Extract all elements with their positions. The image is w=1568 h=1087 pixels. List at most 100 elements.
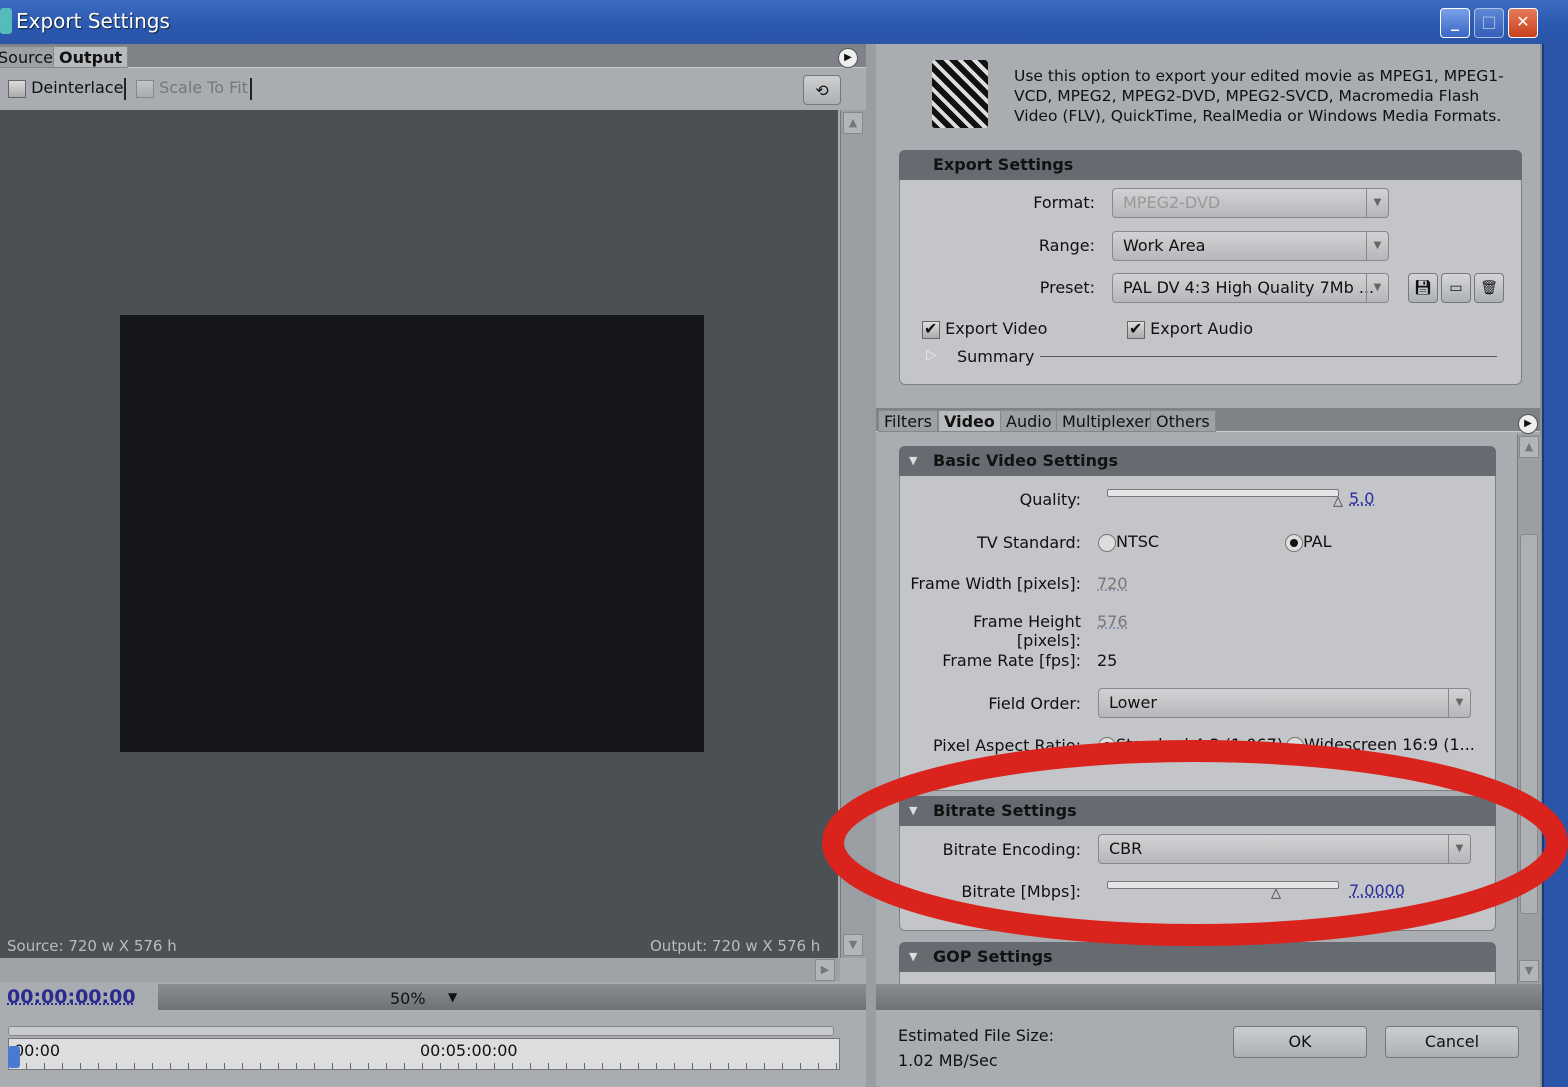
ntsc-radio[interactable]: NTSC — [1098, 532, 1159, 552]
pal-radio[interactable]: PAL — [1285, 532, 1331, 552]
bitrate-encoding-dropdown[interactable]: CBR ▼ — [1098, 834, 1471, 864]
scale-to-fit-checkbox[interactable]: Scale To Fit — [136, 78, 248, 98]
playhead-handle[interactable] — [8, 1046, 20, 1068]
maximize-button[interactable]: □ — [1474, 8, 1504, 38]
bitrate-slider-thumb[interactable]: △ — [1271, 886, 1281, 901]
preset-value: PAL DV 4:3 High Quality 7Mb ... — [1123, 278, 1375, 297]
field-order-dropdown[interactable]: Lower ▼ — [1098, 688, 1471, 718]
format-label: Format: — [1033, 193, 1095, 212]
chevron-down-icon: ▼ — [1366, 232, 1388, 260]
bitrate-value[interactable]: 7.0000 — [1349, 881, 1405, 900]
quality-slider[interactable] — [1107, 489, 1339, 497]
estimated-size-value: 1.02 MB/Sec — [898, 1051, 998, 1070]
frame-width-label: Frame Width [pixels]: — [910, 574, 1081, 593]
zoom-dropdown-icon[interactable]: ▼ — [448, 990, 457, 1004]
tab-multiplexer[interactable]: Multiplexer — [1056, 410, 1157, 432]
bitrate-header[interactable]: ▼ Bitrate Settings — [899, 796, 1496, 826]
divider — [1040, 356, 1497, 357]
par-standard-radio[interactable]: Standard 4:3 (1.067) — [1098, 735, 1283, 755]
timeline-start: 00:00 — [14, 1041, 61, 1060]
import-preset-button[interactable]: ▭ — [1441, 273, 1471, 303]
deinterlace-checkbox[interactable]: Deinterlace — [8, 78, 123, 98]
timeline-mid: 00:05:00:00 — [420, 1041, 518, 1060]
ntsc-label: NTSC — [1116, 532, 1160, 551]
frame-width-value[interactable]: 720 — [1097, 574, 1128, 593]
bitrate-encoding-value: CBR — [1109, 839, 1143, 858]
quality-value[interactable]: 5.0 — [1349, 489, 1374, 508]
bitrate-slider[interactable] — [1107, 881, 1339, 889]
window-title: Export Settings — [16, 9, 170, 33]
export-audio-checkbox[interactable]: Export Audio — [1127, 319, 1253, 339]
tab-others[interactable]: Others — [1150, 410, 1216, 432]
frame-rate-value: 25 — [1097, 651, 1118, 670]
settings-vertical-scrollbar[interactable]: ▲ ▼ — [1517, 434, 1541, 984]
tab-output[interactable]: Output — [53, 46, 129, 68]
basic-video-title: Basic Video Settings — [933, 451, 1119, 470]
collapse-icon: ▼ — [909, 804, 918, 817]
preview-vertical-scrollbar[interactable]: ▲ ▼ — [840, 110, 866, 958]
export-settings-header: Export Settings — [899, 150, 1522, 180]
format-value: MPEG2-DVD — [1123, 193, 1221, 212]
pal-label: PAL — [1303, 532, 1332, 551]
scroll-up-button[interactable]: ▲ — [1519, 436, 1539, 458]
format-dropdown[interactable]: MPEG2-DVD ▼ — [1112, 188, 1389, 218]
export-video-checkbox[interactable]: Export Video — [922, 319, 1047, 339]
chevron-down-icon: ▼ — [1448, 689, 1470, 717]
divider — [250, 78, 252, 100]
preset-label: Preset: — [1039, 278, 1095, 297]
output-dimensions: Output: 720 w X 576 h — [650, 937, 821, 955]
divider — [124, 78, 126, 100]
tab-filters[interactable]: Filters — [878, 410, 938, 432]
quality-slider-thumb[interactable]: △ — [1333, 494, 1343, 509]
tab-audio[interactable]: Audio — [1000, 410, 1058, 432]
collapse-icon: ▼ — [909, 950, 918, 963]
preview-horizontal-scrollbar[interactable]: ▶ — [0, 958, 840, 982]
summary-label[interactable]: Summary — [957, 347, 1034, 366]
frame-rate-label: Frame Rate [fps]: — [942, 651, 1081, 670]
deinterlace-label: Deinterlace — [31, 78, 124, 97]
save-icon: 💾︎ — [1414, 280, 1432, 296]
panel-menu-icon[interactable]: ▶ — [838, 48, 858, 68]
scrollbar-thumb[interactable] — [1520, 534, 1538, 914]
timecode[interactable]: 00:00:00:00 — [7, 986, 136, 1008]
minimize-button[interactable]: _ — [1440, 8, 1470, 38]
work-area-bar[interactable] — [8, 1026, 834, 1036]
gop-header[interactable]: ▼ GOP Settings — [899, 942, 1496, 972]
scroll-up-button[interactable]: ▲ — [843, 112, 863, 134]
frame-height-value[interactable]: 576 — [1097, 612, 1128, 631]
bitrate-encoding-label: Bitrate Encoding: — [942, 840, 1081, 859]
panel-splitter[interactable] — [866, 44, 876, 1087]
format-description: Use this option to export your edited mo… — [1014, 67, 1504, 125]
rotate-button[interactable]: ⟲ — [803, 75, 841, 105]
preview-tabs: Source Output ▶ — [0, 44, 866, 68]
settings-tabs: Filters Video Audio Multiplexer Others ▶ — [876, 408, 1540, 434]
panel-menu-icon[interactable]: ▶ — [1518, 414, 1538, 434]
scroll-down-button[interactable]: ▼ — [1519, 960, 1539, 982]
tv-standard-label: TV Standard: — [977, 533, 1081, 552]
range-label: Range: — [1038, 236, 1095, 255]
range-dropdown[interactable]: Work Area ▼ — [1112, 231, 1389, 261]
chevron-down-icon: ▼ — [1448, 835, 1470, 863]
scroll-down-button[interactable]: ▼ — [843, 934, 863, 956]
chevron-down-icon: ▼ — [1366, 189, 1388, 217]
ok-button[interactable]: OK — [1233, 1026, 1367, 1058]
export-audio-label: Export Audio — [1150, 319, 1254, 338]
close-button[interactable]: ✕ — [1508, 8, 1538, 38]
collapse-icon: ▼ — [909, 454, 918, 467]
delete-preset-button[interactable]: 🗑︎ — [1474, 273, 1504, 303]
export-video-label: Export Video — [945, 319, 1048, 338]
zoom-level[interactable]: 50% — [390, 989, 426, 1008]
app-icon — [0, 8, 12, 34]
expand-summary-icon[interactable]: ▷ — [926, 347, 937, 363]
preset-dropdown[interactable]: PAL DV 4:3 High Quality 7Mb ... ▼ — [1112, 273, 1389, 303]
field-order-label: Field Order: — [988, 694, 1081, 713]
tab-video[interactable]: Video — [938, 410, 1001, 432]
cancel-button[interactable]: Cancel — [1385, 1026, 1519, 1058]
tab-source[interactable]: Source — [0, 46, 59, 68]
status-bar — [876, 984, 1542, 1010]
basic-video-header[interactable]: ▼ Basic Video Settings — [899, 446, 1496, 476]
quality-label: Quality: — [1019, 490, 1081, 509]
save-preset-button[interactable]: 💾︎ — [1408, 273, 1438, 303]
scroll-right-button[interactable]: ▶ — [815, 959, 835, 981]
par-widescreen-radio[interactable]: Widescreen 16:9 (1... — [1286, 735, 1475, 755]
